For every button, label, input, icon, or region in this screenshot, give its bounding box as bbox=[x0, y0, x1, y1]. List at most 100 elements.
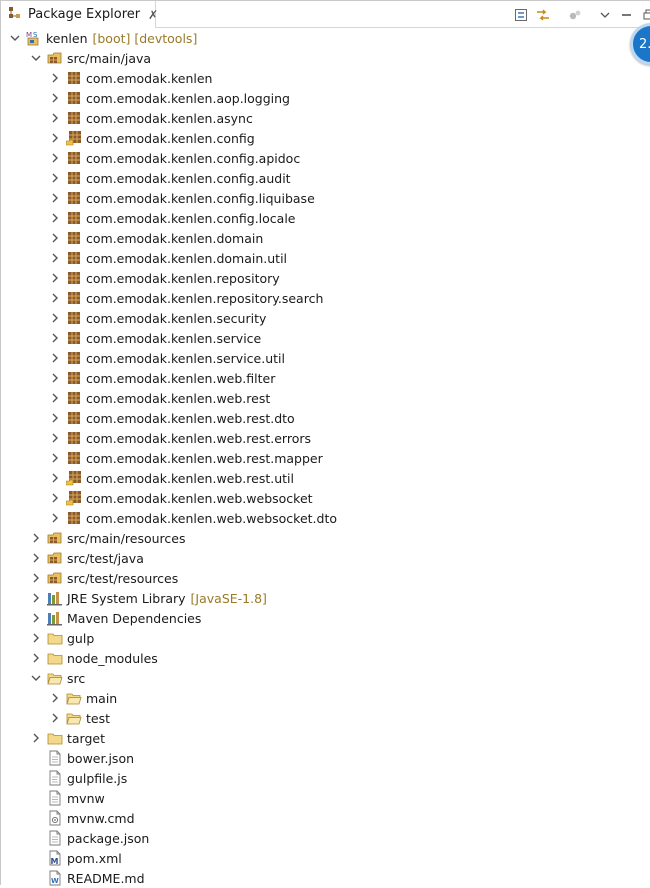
tree-item-package[interactable]: com.emodak.kenlen.service.util bbox=[1, 348, 650, 368]
tree-item-source-folder[interactable]: src/test/java bbox=[1, 548, 650, 568]
chevron-right-icon[interactable] bbox=[49, 288, 61, 308]
view-menu-button[interactable] bbox=[595, 5, 615, 25]
chevron-right-icon[interactable] bbox=[49, 468, 61, 488]
chevron-right-icon[interactable] bbox=[30, 528, 42, 548]
chevron-right-icon[interactable] bbox=[49, 708, 61, 728]
chevron-right-icon[interactable] bbox=[49, 128, 61, 148]
chevron-right-icon[interactable] bbox=[49, 448, 61, 468]
focus-task-icon bbox=[569, 10, 581, 19]
tree-item-maven-dependencies[interactable]: Maven Dependencies bbox=[1, 608, 650, 628]
folder-icon bbox=[47, 630, 63, 646]
chevron-right-icon[interactable] bbox=[49, 428, 61, 448]
chevron-down-icon[interactable] bbox=[9, 28, 21, 48]
chevron-right-icon[interactable] bbox=[30, 728, 42, 748]
chevron-right-icon[interactable] bbox=[30, 568, 42, 588]
chevron-right-icon[interactable] bbox=[30, 608, 42, 628]
tree-item-source-folder[interactable]: src/test/resources bbox=[1, 568, 650, 588]
tree-item-src-main-java[interactable]: src/main/java bbox=[1, 48, 650, 68]
tree-item-file[interactable]: gulpfile.js bbox=[1, 768, 650, 788]
tree-item-subfolder[interactable]: test bbox=[1, 708, 650, 728]
package-explorer-icon bbox=[8, 5, 22, 24]
chevron-down-icon[interactable] bbox=[30, 668, 42, 688]
package-icon bbox=[66, 330, 82, 346]
tree-item-package[interactable]: com.emodak.kenlen.repository bbox=[1, 268, 650, 288]
tree-item-project[interactable]: M S kenlen [boot] [devtools] bbox=[1, 28, 650, 48]
library-icon bbox=[47, 590, 63, 606]
tree-item-package[interactable]: com.emodak.kenlen.web.websocket bbox=[1, 488, 650, 508]
focus-on-active-task-button[interactable] bbox=[565, 5, 585, 25]
chevron-right-icon[interactable] bbox=[49, 208, 61, 228]
source-folder-icon bbox=[47, 570, 63, 586]
chevron-right-icon[interactable] bbox=[49, 508, 61, 528]
close-view-icon[interactable]: ✗ bbox=[148, 9, 158, 21]
tree-item-package[interactable]: com.emodak.kenlen bbox=[1, 68, 650, 88]
tree-item-package[interactable]: com.emodak.kenlen.async bbox=[1, 108, 650, 128]
tree-item-source-folder[interactable]: src/main/resources bbox=[1, 528, 650, 548]
chevron-right-icon[interactable] bbox=[49, 68, 61, 88]
chevron-right-icon[interactable] bbox=[49, 108, 61, 128]
minimize-button[interactable] bbox=[617, 5, 637, 25]
tree-item-package[interactable]: com.emodak.kenlen.config bbox=[1, 128, 650, 148]
chevron-right-icon[interactable] bbox=[49, 488, 61, 508]
chevron-right-icon[interactable] bbox=[30, 588, 42, 608]
tree-item-package[interactable]: com.emodak.kenlen.web.rest.errors bbox=[1, 428, 650, 448]
chevron-right-icon[interactable] bbox=[49, 328, 61, 348]
folder-label: src/test/resources bbox=[67, 570, 179, 586]
tree-item-folder[interactable]: node_modules bbox=[1, 648, 650, 668]
chevron-right-icon[interactable] bbox=[30, 628, 42, 648]
tree-item-package[interactable]: com.emodak.kenlen.repository.search bbox=[1, 288, 650, 308]
tree-item-package[interactable]: com.emodak.kenlen.web.rest.util bbox=[1, 468, 650, 488]
tree-item-package[interactable]: com.emodak.kenlen.config.locale bbox=[1, 208, 650, 228]
link-with-editor-button[interactable] bbox=[533, 5, 553, 25]
tree-item-package[interactable]: com.emodak.kenlen.config.liquibase bbox=[1, 188, 650, 208]
chevron-right-icon[interactable] bbox=[49, 88, 61, 108]
package-icon bbox=[66, 270, 82, 286]
tree-item-package[interactable]: com.emodak.kenlen.aop.logging bbox=[1, 88, 650, 108]
chevron-right-icon[interactable] bbox=[49, 688, 61, 708]
package-icon bbox=[66, 430, 82, 446]
tree-item-package[interactable]: com.emodak.kenlen.domain.util bbox=[1, 248, 650, 268]
chevron-down-icon[interactable] bbox=[30, 48, 42, 68]
file-name: mvnw.cmd bbox=[67, 810, 135, 826]
chevron-right-icon[interactable] bbox=[49, 368, 61, 388]
tree-item-package[interactable]: com.emodak.kenlen.domain bbox=[1, 228, 650, 248]
tree-item-package[interactable]: com.emodak.kenlen.service bbox=[1, 328, 650, 348]
chevron-right-icon[interactable] bbox=[49, 308, 61, 328]
maximize-button[interactable] bbox=[639, 5, 650, 25]
chevron-right-icon[interactable] bbox=[49, 228, 61, 248]
collapse-all-button[interactable] bbox=[511, 5, 531, 25]
chevron-right-icon[interactable] bbox=[49, 388, 61, 408]
tree-item-jre-library[interactable]: JRE System Library [JavaSE-1.8] bbox=[1, 588, 650, 608]
tree-item-package[interactable]: com.emodak.kenlen.web.filter bbox=[1, 368, 650, 388]
tree-item-file[interactable]: package.json bbox=[1, 828, 650, 848]
tree-item-package[interactable]: com.emodak.kenlen.config.apidoc bbox=[1, 148, 650, 168]
package-icon bbox=[66, 510, 82, 526]
chevron-right-icon[interactable] bbox=[49, 408, 61, 428]
tree-item-file[interactable]: bower.json bbox=[1, 748, 650, 768]
tree-item-package[interactable]: com.emodak.kenlen.config.audit bbox=[1, 168, 650, 188]
tree-item-package[interactable]: com.emodak.kenlen.web.websocket.dto bbox=[1, 508, 650, 528]
chevron-right-icon[interactable] bbox=[49, 168, 61, 188]
tab-package-explorer[interactable]: Package Explorer ✗ bbox=[1, 1, 158, 28]
chevron-right-icon[interactable] bbox=[49, 148, 61, 168]
tree-item-folder[interactable]: src bbox=[1, 668, 650, 688]
chevron-right-icon[interactable] bbox=[30, 548, 42, 568]
chevron-right-icon[interactable] bbox=[30, 648, 42, 668]
tree-item-file[interactable]: W README.md bbox=[1, 868, 650, 888]
tree-item-file[interactable]: mvnw.cmd bbox=[1, 808, 650, 828]
tree-item-file[interactable]: mvnw bbox=[1, 788, 650, 808]
tree-item-package[interactable]: com.emodak.kenlen.web.rest bbox=[1, 388, 650, 408]
package-with-folder-icon bbox=[66, 470, 82, 486]
tree-item-folder[interactable]: target bbox=[1, 728, 650, 748]
chevron-right-icon[interactable] bbox=[49, 348, 61, 368]
chevron-right-icon[interactable] bbox=[49, 248, 61, 268]
tree-item-package[interactable]: com.emodak.kenlen.security bbox=[1, 308, 650, 328]
chevron-right-icon[interactable] bbox=[49, 268, 61, 288]
tree-item-file[interactable]: Mpom.xml bbox=[1, 848, 650, 868]
tree-item-folder[interactable]: gulp bbox=[1, 628, 650, 648]
source-folder-icon bbox=[47, 550, 63, 566]
tree-item-subfolder[interactable]: main bbox=[1, 688, 650, 708]
chevron-right-icon[interactable] bbox=[49, 188, 61, 208]
tree-item-package[interactable]: com.emodak.kenlen.web.rest.dto bbox=[1, 408, 650, 428]
tree-item-package[interactable]: com.emodak.kenlen.web.rest.mapper bbox=[1, 448, 650, 468]
